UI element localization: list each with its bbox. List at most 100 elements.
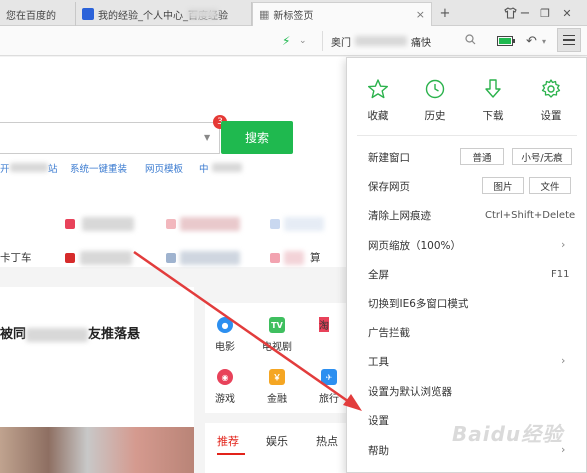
menu-favorites[interactable]: 收藏	[358, 78, 398, 123]
app-label: 游戏	[215, 394, 235, 405]
search-card: ▼ 3 搜索 开 站 系统一键重装 网页模板 中 卡丁车 算	[0, 57, 346, 267]
site-label[interactable]: 算	[310, 250, 321, 265]
feed-tabs: 推荐 娱乐 热点	[205, 423, 346, 473]
headline-text: 被同	[0, 327, 27, 342]
chevron-right-icon: ›	[561, 238, 566, 251]
app-label: 旅行	[319, 394, 339, 405]
quick-link[interactable]: 站	[48, 161, 58, 175]
save-file-button[interactable]: 文件	[529, 177, 571, 194]
tab-recommend[interactable]: 推荐	[217, 433, 239, 449]
main-menu-button[interactable]	[557, 28, 581, 52]
menu-label: 下载	[482, 110, 504, 122]
site-icon	[166, 253, 176, 263]
app-shortcuts: ● 电影 TV 电视剧 淘 ◉ 游戏 ￥ 金融 ✈ 旅行	[205, 303, 346, 413]
chevron-down-icon[interactable]: ⌄	[299, 32, 307, 50]
movie-icon: ●	[217, 317, 233, 333]
quick-link[interactable]: 系统一键重装	[70, 161, 127, 175]
search-value: 奥门	[331, 37, 351, 49]
hamburger-line	[563, 43, 575, 46]
blurred-text	[188, 9, 218, 19]
hamburger-line	[563, 34, 575, 37]
tab-bar: 您在百度的 我的经验_个人中心_百度经验 ▦ 新标签页 × + − ❐ ✕	[0, 0, 587, 26]
menu-item-ie6-mode[interactable]: 切换到IE6多窗口模式	[368, 294, 468, 312]
menu-item-clear-traces[interactable]: 清除上网痕迹	[368, 206, 431, 224]
menu-item-zoom[interactable]: 网页缩放（100%）	[368, 236, 461, 254]
menu-item-tools[interactable]: 工具	[368, 352, 389, 370]
address-toolbar: ⚡ ⌄ 奥门 痛快 ↶ ▾	[0, 26, 587, 56]
blurred-text	[355, 36, 407, 46]
tab-label: 您在百度的	[6, 10, 56, 22]
app-label: 电视剧	[262, 342, 292, 353]
menu-label: 收藏	[367, 110, 389, 122]
menu-item-save-page[interactable]: 保存网页	[368, 177, 410, 195]
tab-my-experience[interactable]: 我的经验_个人中心_百度经验	[76, 2, 252, 26]
app-movie[interactable]: ● 电影	[205, 317, 245, 353]
menu-item-set-default[interactable]: 设置为默认浏览器	[368, 382, 452, 400]
quick-link[interactable]: 中	[199, 161, 209, 175]
toolbar-search-input[interactable]: 奥门 痛快	[322, 31, 486, 51]
blurred-text	[26, 327, 89, 342]
news-card: 被同 友推落悬	[0, 287, 194, 473]
close-tab-icon[interactable]: ×	[416, 8, 425, 21]
fullscreen-shortcut: F11	[551, 269, 570, 280]
airplane-icon: ✈	[321, 369, 337, 385]
menu-item-new-window[interactable]: 新建窗口	[368, 148, 410, 166]
app-tv[interactable]: TV 电视剧	[257, 317, 297, 353]
blurred-text	[284, 217, 324, 231]
close-window-button[interactable]: ✕	[557, 3, 577, 23]
lightning-icon[interactable]: ⚡	[282, 32, 290, 50]
undo-icon[interactable]: ↶	[526, 32, 537, 50]
blurred-text	[180, 251, 240, 265]
blurred-text	[284, 251, 304, 265]
main-menu-dropdown: 收藏 历史 下载 设置 新建窗口 普通 小号/无痕 保存网页 图片 文件 清除上…	[346, 57, 587, 473]
headline-text: 友推落悬	[88, 327, 141, 342]
app-icon[interactable]: 淘	[319, 317, 329, 332]
menu-settings[interactable]: 设置	[531, 78, 571, 123]
app-game[interactable]: ◉ 游戏	[205, 369, 245, 405]
app-label: 金融	[267, 394, 287, 405]
menu-item-ad-block[interactable]: 广告拦截	[368, 323, 410, 341]
caret-down-icon[interactable]: ▼	[204, 133, 210, 142]
clear-traces-shortcut: Ctrl+Shift+Delete	[485, 210, 576, 221]
new-tab-button[interactable]: +	[435, 3, 455, 23]
site-label[interactable]: 卡丁车	[0, 250, 32, 265]
site-icon	[166, 219, 176, 229]
tab-hot[interactable]: 热点	[316, 433, 338, 449]
app-finance[interactable]: ￥ 金融	[257, 369, 297, 405]
finance-icon: ￥	[269, 369, 285, 385]
history-icon	[425, 79, 445, 99]
restore-button[interactable]: ❐	[535, 3, 555, 23]
menu-item-settings[interactable]: 设置	[368, 411, 389, 429]
quick-link[interactable]: 网页模板	[145, 161, 183, 175]
new-window-private-button[interactable]: 小号/无痕	[512, 148, 572, 165]
minimize-button[interactable]: −	[515, 3, 535, 23]
tab-entertainment[interactable]: 娱乐	[266, 433, 288, 449]
tab-baidu[interactable]: 您在百度的	[0, 2, 76, 26]
battery-icon[interactable]	[497, 32, 515, 50]
menu-history[interactable]: 历史	[415, 78, 455, 123]
quick-link[interactable]: 开	[0, 161, 10, 175]
undo-dropdown-icon[interactable]: ▾	[542, 32, 546, 50]
search-button[interactable]: 搜索	[221, 121, 293, 154]
page-search-input[interactable]	[0, 122, 220, 154]
save-image-button[interactable]: 图片	[482, 177, 524, 194]
baidu-paw-icon	[82, 8, 94, 20]
new-window-normal-button[interactable]: 普通	[460, 148, 504, 165]
site-icon	[270, 253, 280, 263]
blurred-text	[212, 163, 242, 172]
menu-download[interactable]: 下载	[473, 78, 513, 123]
baidu-watermark: Baidu经验	[452, 422, 564, 446]
news-headline[interactable]: 被同 友推落悬	[0, 323, 140, 342]
menu-item-help[interactable]: 帮助	[368, 441, 389, 459]
star-icon	[368, 79, 388, 99]
tab-new-tab[interactable]: ▦ 新标签页 ×	[252, 2, 432, 26]
menu-item-fullscreen[interactable]: 全屏	[368, 265, 389, 283]
grid-icon: ▦	[259, 8, 270, 21]
app-travel[interactable]: ✈ 旅行	[309, 369, 349, 405]
search-icon[interactable]	[465, 34, 476, 48]
site-icon	[65, 253, 75, 263]
news-thumbnail[interactable]	[0, 427, 194, 473]
gamepad-icon: ◉	[217, 369, 233, 385]
app-label: 电影	[215, 342, 235, 353]
hamburger-line	[563, 39, 575, 41]
